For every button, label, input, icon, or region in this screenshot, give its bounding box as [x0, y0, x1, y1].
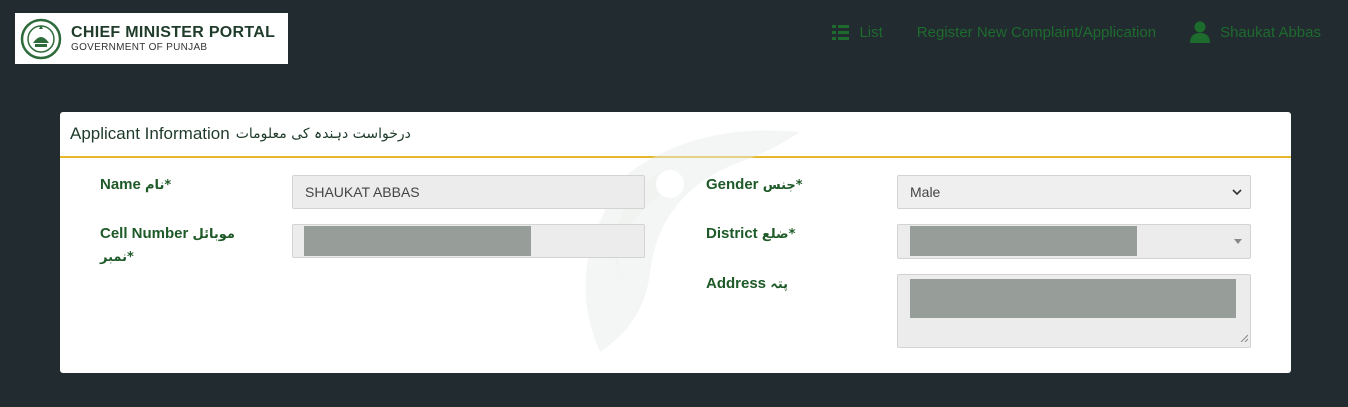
- list-icon: [832, 24, 850, 40]
- nav-list-label: List: [859, 23, 883, 41]
- name-label-urdu: نام*: [145, 178, 172, 193]
- redacted-district: [910, 226, 1137, 256]
- cell-number-input[interactable]: [292, 224, 645, 258]
- user-icon: [1190, 21, 1211, 43]
- nav-user-label: Shaukat Abbas: [1220, 23, 1321, 41]
- name-input-value: SHAUKAT ABBAS: [305, 184, 420, 200]
- caret-down-icon: [1234, 225, 1242, 258]
- name-label: Name نام*: [100, 174, 171, 197]
- card-title-urdu: درخواست دہندہ کی معلومات: [235, 126, 411, 142]
- cell-label-text: Cell Number: [100, 225, 189, 242]
- cell-label-urdu-2: نمبر*: [100, 250, 134, 265]
- district-select[interactable]: [897, 224, 1251, 259]
- gender-label-text: Gender: [706, 176, 759, 193]
- portal-logo[interactable]: CHIEF MINISTER PORTAL GOVERNMENT OF PUNJ…: [15, 13, 288, 64]
- name-label-text: Name: [100, 176, 141, 193]
- card-header: Applicant Information درخواست دہندہ کی م…: [60, 112, 1291, 158]
- nav-register-label: Register New Complaint/Application: [916, 23, 1157, 41]
- address-label: Address پتہ: [706, 273, 788, 296]
- gender-select-value: Male: [910, 184, 941, 200]
- redacted-cell-number: [304, 226, 531, 256]
- resize-handle-icon[interactable]: [1240, 329, 1249, 345]
- chevron-down-icon: [1232, 176, 1242, 208]
- gender-label-urdu: جنس*: [762, 178, 803, 193]
- redacted-address: [910, 279, 1236, 318]
- cell-label-urdu: موبائل: [192, 227, 235, 242]
- district-label-urdu: ضلع*: [761, 227, 796, 242]
- nav-list[interactable]: List: [832, 23, 883, 41]
- gender-select[interactable]: Male: [897, 175, 1251, 209]
- district-label-text: District: [706, 225, 758, 242]
- address-label-text: Address: [706, 275, 767, 292]
- gender-label: Gender جنس*: [706, 174, 803, 197]
- logo-subtitle: GOVERNMENT OF PUNJAB: [71, 41, 208, 53]
- punjab-emblem-icon: [20, 18, 62, 59]
- card-title: Applicant Information: [70, 124, 230, 143]
- cell-number-label: Cell Number موبائل نمبر*: [100, 223, 250, 269]
- district-label: District ضلع*: [706, 223, 795, 246]
- nav-register-complaint[interactable]: Register New Complaint/Application: [917, 24, 1156, 41]
- address-label-urdu: پتہ: [770, 277, 789, 292]
- address-textarea[interactable]: [897, 274, 1251, 348]
- nav-user-menu[interactable]: Shaukat Abbas: [1190, 21, 1321, 43]
- applicant-info-card: Applicant Information درخواست دہندہ کی م…: [60, 112, 1291, 373]
- top-nav: List Register New Complaint/Application …: [832, 20, 1321, 44]
- logo-title: CHIEF MINISTER PORTAL: [71, 23, 276, 41]
- name-input[interactable]: SHAUKAT ABBAS: [292, 175, 645, 209]
